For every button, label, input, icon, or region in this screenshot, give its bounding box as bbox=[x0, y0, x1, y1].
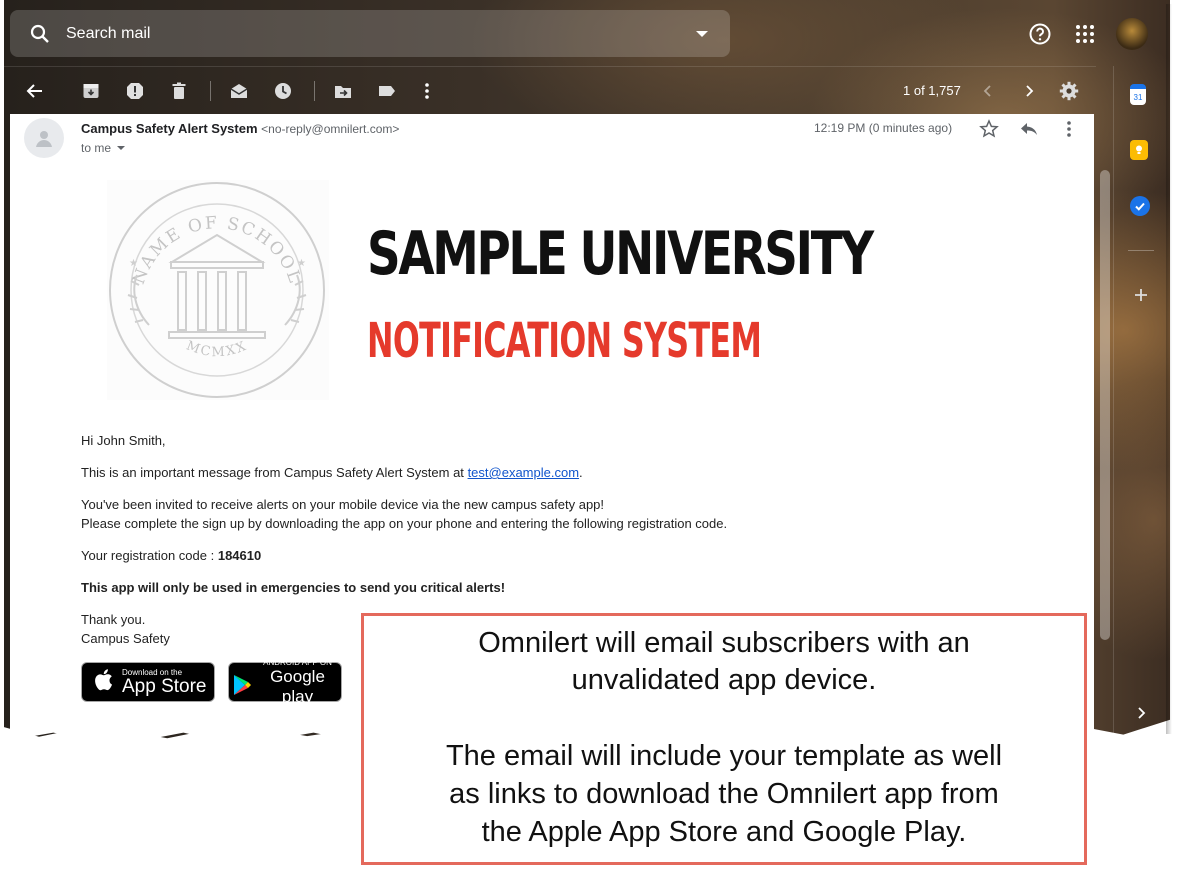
mark-unread-icon[interactable] bbox=[227, 79, 251, 103]
calendar-day-text: 31 bbox=[1133, 92, 1143, 102]
intro-sentence: This is an important message from Campus… bbox=[81, 465, 464, 480]
scrollbar[interactable] bbox=[1100, 170, 1110, 640]
back-icon[interactable] bbox=[23, 79, 47, 103]
chevron-down-icon[interactable] bbox=[117, 146, 126, 150]
settings-icon[interactable] bbox=[1057, 79, 1081, 103]
toolbar-separator bbox=[314, 81, 315, 101]
expand-panel-icon[interactable] bbox=[1130, 702, 1152, 724]
seal-top-text: NAME OF SCHOOL bbox=[129, 213, 303, 287]
more-options-icon[interactable] bbox=[1058, 118, 1080, 140]
search-icon[interactable] bbox=[28, 22, 52, 46]
archive-icon[interactable] bbox=[79, 79, 103, 103]
snooze-icon[interactable] bbox=[271, 79, 295, 103]
calendar-icon[interactable]: 31 bbox=[1130, 84, 1146, 105]
contact-email-link[interactable]: test@example.com bbox=[468, 465, 579, 480]
avatar-icon bbox=[24, 118, 64, 158]
callout-line-4: as links to download the Omnilert app fr… bbox=[449, 778, 999, 810]
tasks-icon[interactable] bbox=[1130, 196, 1150, 216]
delete-icon[interactable] bbox=[167, 79, 191, 103]
banner-title: SAMPLE UNIVERSITY bbox=[367, 219, 874, 289]
account-avatar[interactable] bbox=[1116, 18, 1148, 50]
svg-text:NAME OF SCHOOL: NAME OF SCHOOL bbox=[129, 213, 305, 287]
sender-name[interactable]: Campus Safety Alert System bbox=[81, 121, 258, 136]
star-icon[interactable] bbox=[978, 118, 1000, 140]
apps-icon[interactable] bbox=[1073, 22, 1097, 46]
pagination-count: 1 of 1,757 bbox=[903, 83, 961, 98]
chevron-left-icon[interactable] bbox=[976, 79, 1000, 103]
google-play-badge[interactable]: ANDROID APP ON Google play bbox=[228, 658, 342, 706]
invite-line-1: You've been invited to receive alerts on… bbox=[81, 497, 605, 512]
toolbar-separator bbox=[210, 81, 211, 101]
recipient-details[interactable]: to me bbox=[81, 141, 126, 155]
svg-text:MCMXX: MCMXX bbox=[184, 338, 250, 360]
label-icon[interactable] bbox=[375, 79, 399, 103]
toolbar: 1 of 1,757 bbox=[4, 66, 1096, 115]
banner-subtitle: NOTIFICATION SYSTEM bbox=[367, 313, 762, 369]
invite-line-2: Please complete the sign up by downloadi… bbox=[81, 516, 728, 531]
side-panel: 31 bbox=[1113, 66, 1169, 736]
report-spam-icon[interactable] bbox=[123, 79, 147, 103]
app-store-big-text: App Store bbox=[122, 675, 207, 697]
gmail-screenshot: Search mail 1 of 1,757 31 Campus Safety … bbox=[0, 0, 1179, 879]
email-time: 12:19 PM (0 minutes ago) bbox=[814, 121, 953, 135]
search-bar[interactable]: Search mail bbox=[10, 10, 730, 57]
annotation-callout: Omnilert will email subscribers with an … bbox=[361, 613, 1087, 865]
svg-text:★: ★ bbox=[129, 258, 138, 269]
signoff-text: Thank you. bbox=[81, 612, 146, 627]
apple-icon bbox=[94, 667, 116, 698]
registration-code-label: Your registration code : bbox=[81, 548, 215, 563]
registration-code-value: 184610 bbox=[217, 548, 262, 563]
google-play-big-text: Google play bbox=[270, 666, 325, 706]
svg-text:★: ★ bbox=[297, 258, 306, 269]
dropdown-icon[interactable] bbox=[696, 30, 708, 37]
sender-line: Campus Safety Alert System <no-reply@omn… bbox=[81, 121, 399, 136]
side-panel-divider bbox=[1128, 250, 1154, 251]
seal-bottom-text: MCMXX bbox=[184, 338, 248, 360]
add-icon[interactable] bbox=[1130, 284, 1152, 306]
callout-line-5: the Apple App Store and Google Play. bbox=[481, 816, 967, 848]
recipient-label: to me bbox=[81, 141, 112, 155]
more-icon[interactable] bbox=[415, 79, 439, 103]
google-play-icon bbox=[232, 674, 252, 701]
school-seal: NAME OF SCHOOL MCMXX ★ ★ bbox=[107, 180, 329, 400]
search-input[interactable]: Search mail bbox=[66, 25, 696, 43]
help-icon[interactable] bbox=[1028, 22, 1052, 46]
move-to-icon[interactable] bbox=[331, 79, 355, 103]
greeting-text: Hi John Smith, bbox=[81, 433, 166, 448]
callout-line-1: Omnilert will email subscribers with an bbox=[478, 627, 970, 659]
keep-icon[interactable] bbox=[1130, 140, 1148, 160]
signature-text: Campus Safety bbox=[81, 631, 170, 646]
reply-icon[interactable] bbox=[1018, 118, 1040, 140]
intro-text: This is an important message from Campus… bbox=[81, 465, 583, 480]
registration-code-line: Your registration code : 184610 bbox=[81, 548, 261, 563]
google-play-small-text: ANDROID APP ON bbox=[263, 657, 332, 667]
emergency-warning: This app will only be used in emergencie… bbox=[81, 580, 506, 595]
callout-line-2: unvalidated app device. bbox=[571, 664, 877, 696]
app-store-badge[interactable]: Download on the App Store bbox=[81, 662, 215, 702]
callout-line-3: The email will include your template as … bbox=[445, 740, 1003, 772]
intro-end: . bbox=[579, 465, 583, 480]
chevron-right-icon[interactable] bbox=[1017, 79, 1041, 103]
sender-address: <no-reply@omnilert.com> bbox=[261, 122, 400, 136]
